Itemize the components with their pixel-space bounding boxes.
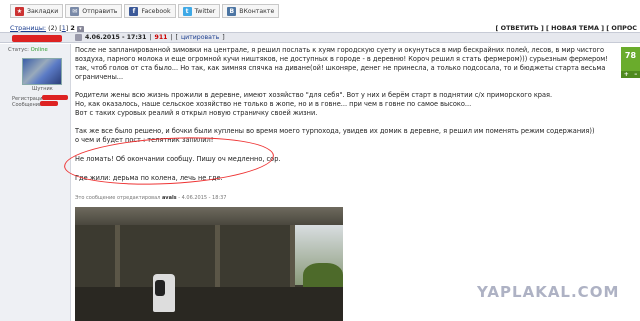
bookmarks-label: Закладки	[27, 7, 59, 15]
edit-user[interactable]: avals	[162, 195, 177, 201]
site-watermark: YAPLAKAL.COM	[477, 283, 620, 301]
pages-link[interactable]: Страницы:	[10, 24, 46, 32]
paragraph-1: После не запланированной зимовки на цент…	[75, 46, 608, 81]
vote-plus-button[interactable]: +	[624, 71, 629, 78]
mail-icon: ✉	[70, 6, 80, 16]
twitter-icon: t	[182, 6, 192, 16]
author-rank: Шутник	[32, 86, 53, 92]
vkontakte-button[interactable]: B ВКонтакте	[222, 4, 280, 18]
photo-calf-spot	[155, 280, 165, 296]
status-label: Статус:	[8, 47, 29, 53]
paragraph-3a: Так же все было решено, и бочки были куп…	[75, 127, 595, 135]
post-meta: 4.06.2015 - 17:31 | 911 | [цитировать]	[75, 32, 225, 43]
post-date: 4.06.2015 - 17:31	[85, 34, 147, 41]
vk-icon: B	[227, 6, 237, 16]
avatar[interactable]	[22, 58, 62, 85]
edit-prefix: Это сообщение отредактировал	[75, 195, 161, 201]
author-status: Статус: Online	[8, 47, 48, 53]
post-photo[interactable]	[75, 207, 343, 321]
bookmarks-button[interactable]: ★ Закладки	[10, 4, 64, 18]
online-badge: Online	[30, 47, 48, 53]
registration-redacted	[42, 95, 68, 100]
rating-votes: + –	[621, 71, 640, 78]
vote-minus-button[interactable]: –	[634, 71, 637, 78]
rating-badge: 78 + –	[621, 47, 640, 78]
photo-roof	[75, 207, 343, 225]
bookmark-icon: ★	[15, 6, 24, 16]
post-icon	[75, 34, 82, 41]
twitter-label: Twitter	[194, 7, 216, 15]
share-toolbar: ★ Закладки ✉ Отправить f Facebook t Twit…	[0, 0, 640, 22]
author-name-redacted[interactable]	[12, 35, 62, 42]
facebook-label: Facebook	[141, 7, 171, 15]
post-id[interactable]: 911	[155, 34, 168, 41]
photo-ground	[75, 287, 343, 321]
facebook-icon: f	[129, 6, 139, 16]
paragraph-2a: Родители жены всю жизнь прожили в деревн…	[75, 91, 553, 99]
topic-actions[interactable]: [ ОТВЕТИТЬ ] [ НОВАЯ ТЕМА ] [ ОПРОС	[495, 24, 637, 32]
rating-value: 78	[624, 51, 637, 60]
paragraph-2c: Вот с таких суровых реалий я открыл нову…	[75, 109, 318, 117]
edit-note: Это сообщение отредактировал avals - 4.0…	[75, 195, 226, 201]
page-2-current: 2	[70, 23, 75, 32]
send-label: Отправить	[82, 7, 118, 15]
facebook-button[interactable]: f Facebook	[124, 4, 176, 18]
messages-redacted	[40, 101, 58, 106]
paragraph-2b: Но, как оказалось, наше сельское хозяйст…	[75, 100, 472, 108]
twitter-button[interactable]: t Twitter	[177, 4, 221, 18]
edit-time: - 4.06.2015 - 18:37	[178, 195, 227, 201]
quote-link[interactable]: цитировать	[181, 34, 219, 41]
send-button[interactable]: ✉ Отправить	[65, 4, 123, 18]
pages-total: (2)	[48, 23, 58, 32]
vkontakte-label: ВКонтакте	[239, 7, 275, 15]
